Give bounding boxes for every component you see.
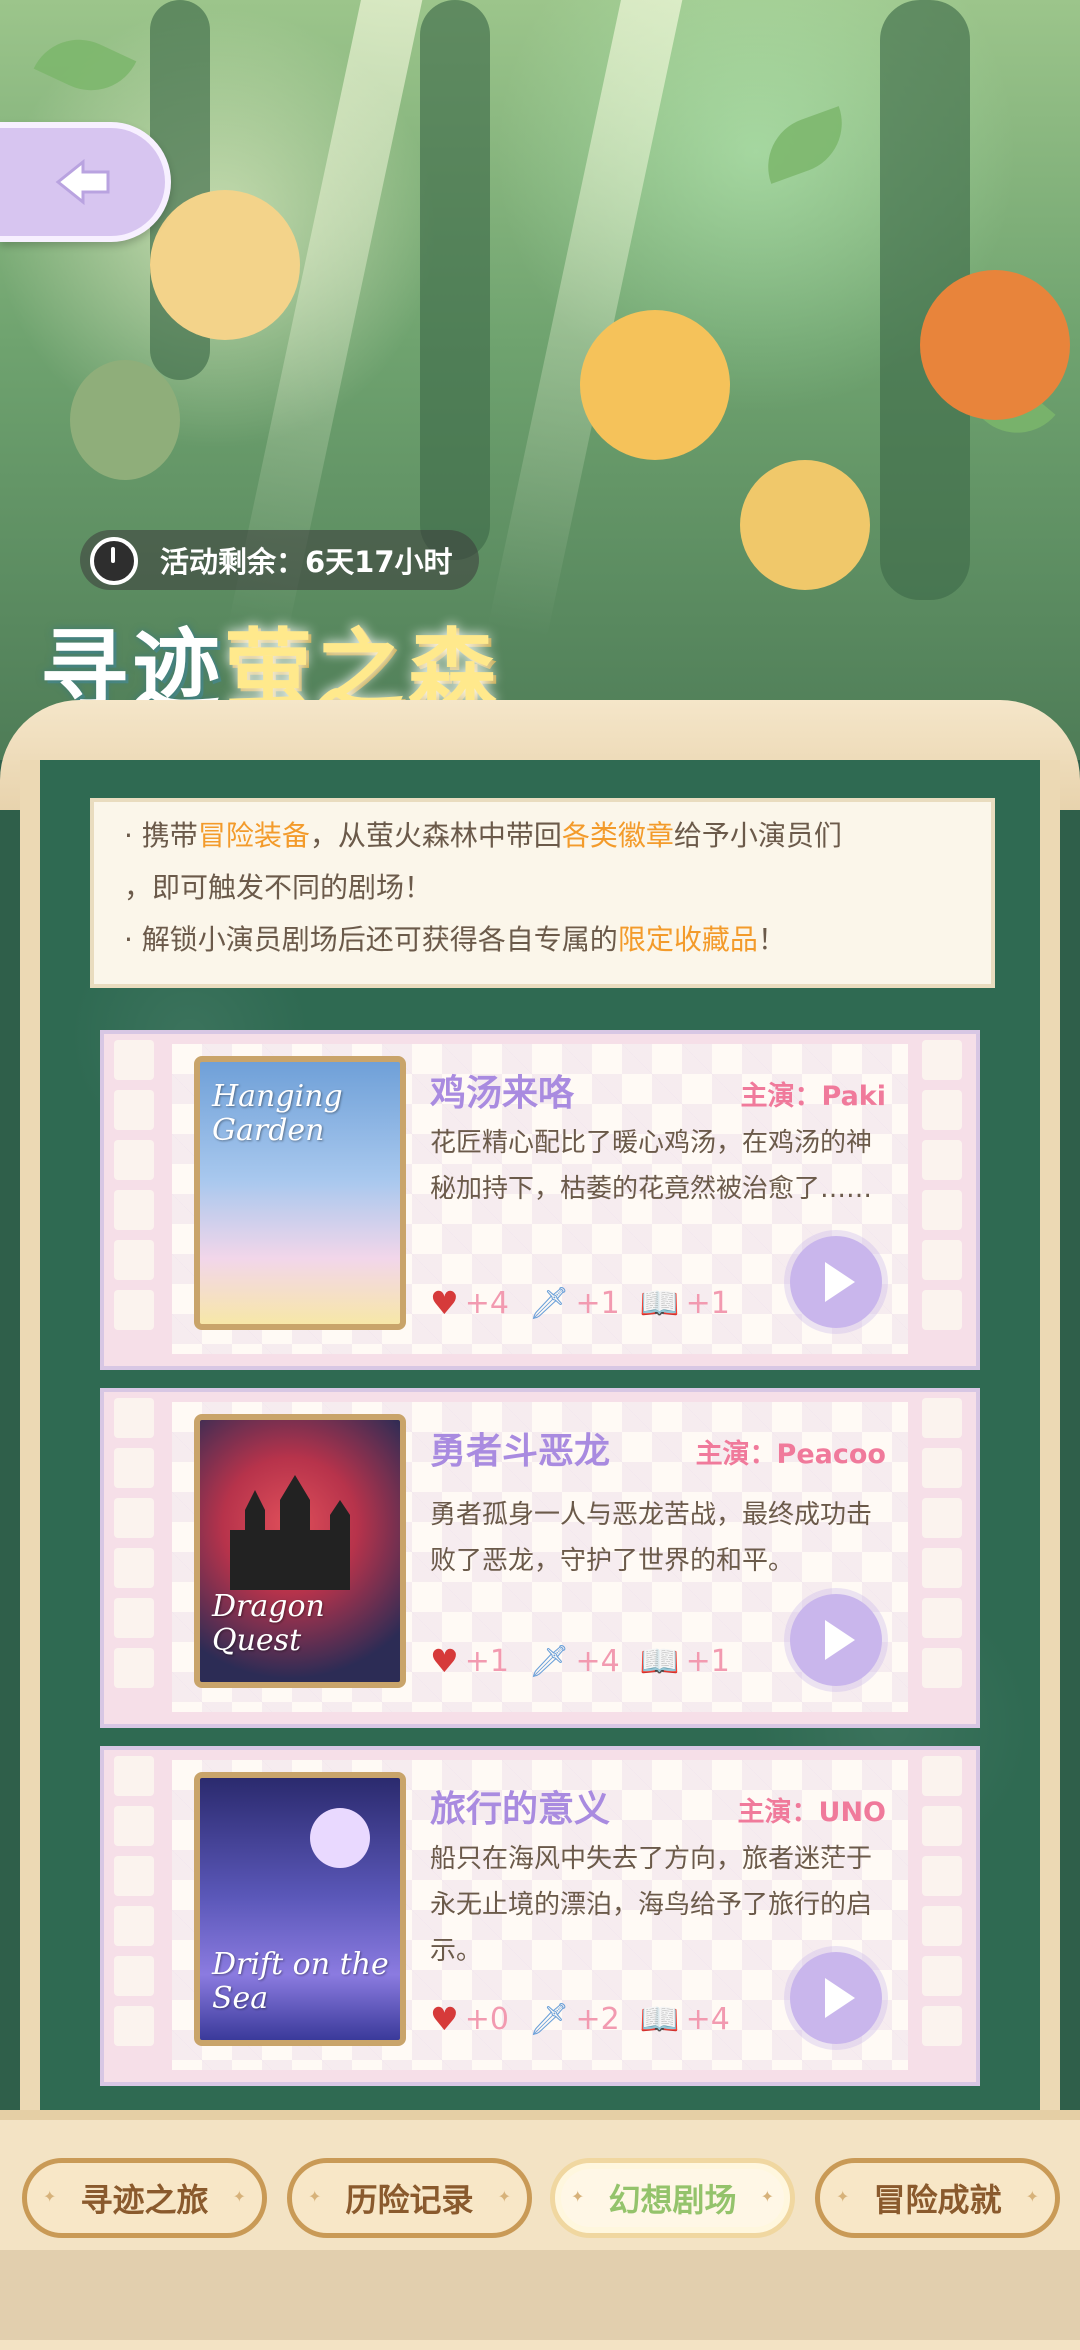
story-title: 鸡汤来咯 [430,1073,575,1114]
film-strip-right [922,1756,966,2046]
story-description: 花匠精心配比了暖心鸡汤，在鸡汤的神秘加持下，枯萎的花竟然被治愈了…… [430,1128,873,1204]
leaf-decoration [754,106,856,184]
book-value: +4 [685,2001,730,2037]
book-icon: 📖 [639,2000,680,2038]
heart-value: +1 [464,1643,509,1679]
book-value: +1 [685,1643,730,1679]
character-hooded [920,270,1070,420]
heart-icon: ♥ [430,1284,459,1322]
tab-adventure-log[interactable]: 历险记录 [287,2158,532,2238]
tab-fantasy-theater[interactable]: 幻想剧场 [550,2158,795,2238]
story-card[interactable]: Hanging Garden 鸡汤来咯 主演：Paki 花匠精心配比了暖心鸡汤，… [100,1030,980,1370]
story-requirements: ♥ +1 🗡 +4 📖 +1 [430,1642,750,1680]
story-card-body: Drift on the Sea 旅行的意义 主演：UNO 船只在海风中失去了方… [172,1760,908,2070]
character-creature [150,190,300,340]
story-poster: Drift on the Sea [194,1772,406,2046]
story-card[interactable]: Dragon Quest 勇者斗恶龙 主演：Peacoo 勇者孤身一人与恶龙苦战… [100,1388,980,1728]
heart-icon: ♥ [430,1642,459,1680]
tree-trunk [420,0,490,560]
story-lead: 主演：Paki [740,1081,887,1112]
book-icon: 📖 [639,1642,680,1680]
castle-icon [230,1475,350,1590]
film-strip-left [114,1040,158,1330]
sword-icon: 🗡 [528,1642,570,1680]
story-description: 勇者孤身一人与恶龙苦战，最终成功击败了恶龙，守护了世界的和平。 [430,1500,873,1576]
clock-icon [90,537,138,585]
story-lead: 主演：Peacoo [695,1439,886,1470]
play-button[interactable] [790,1594,882,1686]
sword-icon: 🗡 [528,1284,570,1322]
timer-text: 活动剩余：6天17小时 [160,545,453,579]
event-banner: 活动剩余：6天17小时 寻迹萤之森 [0,0,1080,760]
sword-value: +4 [575,1643,620,1679]
desc-line1: · 携带冒险装备，从萤火森林中带回各类徽章给予小演员们 [124,819,842,852]
story-poster: Hanging Garden [194,1056,406,1330]
film-strip-left [114,1398,158,1688]
poster-title: Dragon Quest [212,1589,325,1658]
film-strip-left [114,1756,158,2046]
desc-line2: ，即可触发不同的剧场！ [124,871,433,904]
sword-value: +2 [575,2001,620,2037]
sword-value: +1 [575,1285,620,1321]
heart-icon: ♥ [430,2000,459,2038]
story-title: 勇者斗恶龙 [430,1431,611,1472]
character-cat [70,360,180,480]
story-card[interactable]: Drift on the Sea 旅行的意义 主演：UNO 船只在海风中失去了方… [100,1746,980,2086]
play-icon [825,1620,855,1660]
book-icon: 📖 [639,1284,680,1322]
poster-title: Hanging Garden [212,1079,343,1148]
play-icon [825,1262,855,1302]
play-icon [825,1978,855,2018]
story-poster: Dragon Quest [194,1414,406,1688]
event-timer: 活动剩余：6天17小时 [80,530,479,590]
heart-value: +0 [464,2001,509,2037]
desc-line3: · 解锁小演员剧场后还可获得各自专属的限定收藏品！ [124,923,786,956]
film-strip-right [922,1040,966,1330]
back-button[interactable] [0,122,171,242]
moon-icon [310,1808,370,1868]
character-hero [580,310,730,460]
story-card-body: Hanging Garden 鸡汤来咯 主演：Paki 花匠精心配比了暖心鸡汤，… [172,1044,908,1354]
bottom-edge [0,2250,1080,2340]
play-button[interactable] [790,1952,882,2044]
sword-icon: 🗡 [528,2000,570,2038]
story-title: 旅行的意义 [430,1789,611,1830]
back-arrow-icon [55,158,109,206]
character-archer [740,460,870,590]
film-strip-right [922,1398,966,1688]
poster-title: Drift on the Sea [212,1947,389,2016]
event-description: · 携带冒险装备，从萤火森林中带回各类徽章给予小演员们 ，即可触发不同的剧场！ … [90,798,995,988]
tab-adventure-achievements[interactable]: 冒险成就 [815,2158,1060,2238]
story-card-body: Dragon Quest 勇者斗恶龙 主演：Peacoo 勇者孤身一人与恶龙苦战… [172,1402,908,1712]
heart-value: +4 [464,1285,509,1321]
tab-trail-journey[interactable]: 寻迹之旅 [22,2158,267,2238]
story-requirements: ♥ +0 🗡 +2 📖 +4 [430,2000,750,2038]
book-value: +1 [685,1285,730,1321]
leaf-decoration [33,23,137,107]
story-lead: 主演：UNO [737,1797,886,1828]
story-requirements: ♥ +4 🗡 +1 📖 +1 [430,1284,750,1322]
play-button[interactable] [790,1236,882,1328]
